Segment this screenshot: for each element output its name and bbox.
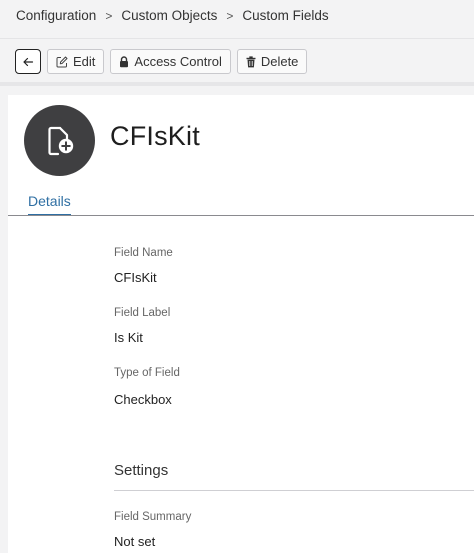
- delete-button[interactable]: Delete: [236, 49, 308, 74]
- breadcrumb-custom-fields[interactable]: Custom Fields: [242, 8, 328, 23]
- field-label-value: Is Kit: [114, 330, 143, 345]
- field-label-label: Field Label: [114, 307, 171, 319]
- tab-bar: Details: [28, 193, 71, 216]
- edit-icon: [56, 56, 68, 68]
- settings-section-title: Settings: [114, 462, 169, 479]
- access-control-label: Access Control: [134, 54, 222, 69]
- edit-button[interactable]: Edit: [47, 49, 105, 74]
- avatar: [24, 105, 95, 176]
- settings-divider: [114, 490, 474, 491]
- lock-icon: [119, 55, 129, 68]
- field-name: Field Name CFIsKit: [114, 247, 173, 285]
- field-name-label: Field Name: [114, 247, 173, 259]
- field-type: Type of Field Checkbox: [114, 367, 180, 407]
- field-name-value: CFIsKit: [114, 270, 157, 285]
- toolbar-divider: [0, 82, 474, 86]
- field-type-label: Type of Field: [114, 367, 180, 379]
- tab-details[interactable]: Details: [28, 193, 71, 216]
- tab-divider: [8, 215, 474, 216]
- document-add-icon: [43, 124, 77, 158]
- toolbar: Edit Access Control Delete: [15, 49, 308, 74]
- record-card: CFIsKit Details Field Name CFIsKit Field…: [8, 95, 474, 553]
- breadcrumb-configuration[interactable]: Configuration: [16, 8, 96, 23]
- field-summary-label: Field Summary: [114, 511, 192, 523]
- access-control-button[interactable]: Access Control: [110, 49, 231, 74]
- field-summary-value: Not set: [114, 534, 156, 549]
- field-summary: Field Summary Not set: [114, 511, 191, 549]
- back-button[interactable]: [15, 49, 41, 74]
- breadcrumb-separator: >: [226, 8, 234, 23]
- edit-label: Edit: [73, 54, 96, 69]
- record-title: CFIsKit: [110, 121, 200, 151]
- trash-icon: [246, 55, 256, 68]
- arrow-left-icon: [22, 56, 34, 68]
- field-type-value: Checkbox: [114, 392, 172, 407]
- breadcrumb-custom-objects[interactable]: Custom Objects: [121, 8, 217, 23]
- breadcrumb-separator: >: [105, 8, 113, 23]
- header-divider: [0, 38, 474, 39]
- field-label: Field Label Is Kit: [114, 307, 170, 345]
- breadcrumb: Configuration > Custom Objects > Custom …: [16, 8, 329, 23]
- delete-label: Delete: [260, 54, 299, 69]
